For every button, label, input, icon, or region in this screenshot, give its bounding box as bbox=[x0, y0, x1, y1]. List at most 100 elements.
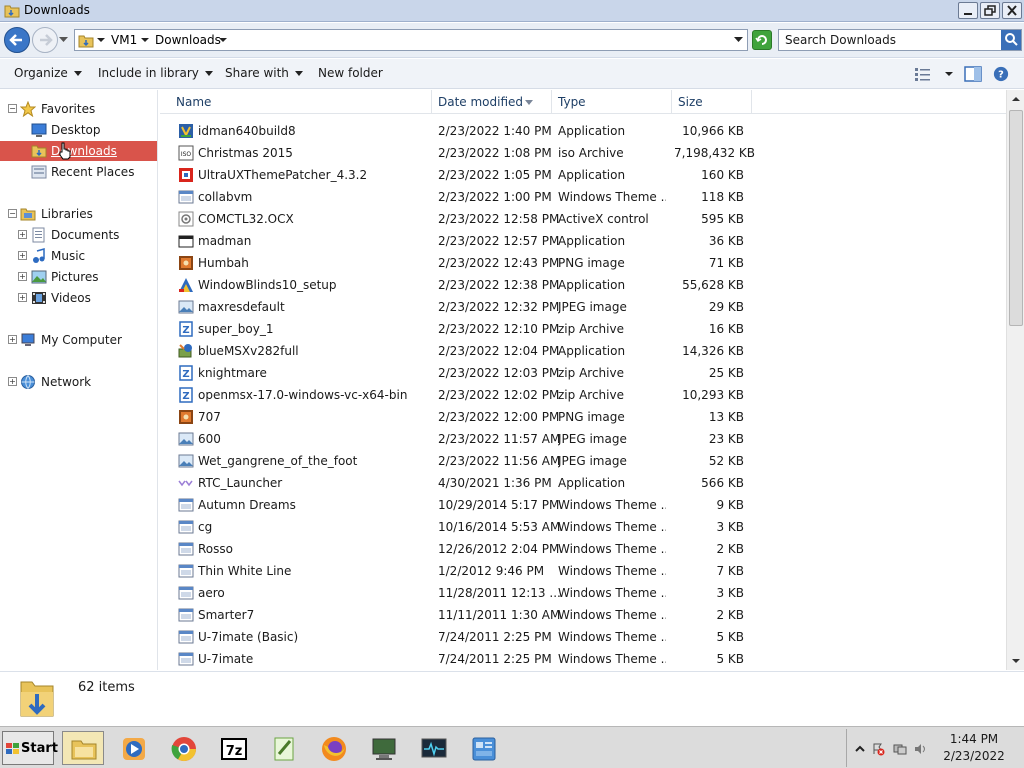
file-name[interactable]: 600 bbox=[198, 432, 221, 446]
collapse-icon[interactable]: − bbox=[8, 104, 17, 113]
file-name[interactable]: RTC_Launcher bbox=[198, 476, 282, 490]
file-row[interactable]: WindowBlinds10_setup 2/23/2022 12:38 PM Ap… bbox=[160, 274, 1006, 296]
vertical-scrollbar[interactable] bbox=[1006, 90, 1024, 670]
clock-time[interactable]: 1:44 PM bbox=[929, 732, 1019, 746]
file-row[interactable]: 707 2/23/2022 12:00 PM PNG image 13 KB bbox=[160, 406, 1006, 428]
start-button[interactable]: Start bbox=[2, 731, 58, 765]
file-name[interactable]: openmsx-17.0-windows-vc-x64-bin bbox=[198, 388, 407, 402]
show-hidden-icons-icon[interactable] bbox=[853, 742, 867, 756]
chevron-down-icon[interactable] bbox=[219, 38, 227, 43]
expand-icon[interactable]: + bbox=[18, 251, 27, 260]
organize-menu[interactable]: Organize bbox=[14, 66, 82, 80]
preview-pane-icon[interactable] bbox=[964, 66, 982, 82]
view-dropdown-icon[interactable] bbox=[940, 66, 958, 82]
file-row[interactable]: blueMSXv282full 2/23/2022 12:04 PM Applica… bbox=[160, 340, 1006, 362]
file-name[interactable]: Wet_gangrene_of_the_foot bbox=[198, 454, 357, 468]
scroll-thumb[interactable] bbox=[1009, 110, 1023, 326]
taskbar-control-panel[interactable] bbox=[462, 731, 504, 765]
address-history-dropdown-icon[interactable] bbox=[734, 37, 743, 43]
nav-documents[interactable]: + Documents bbox=[0, 225, 157, 245]
file-name[interactable]: U-7imate bbox=[198, 652, 253, 666]
file-row[interactable]: Zopenmsx-17.0-windows-vc-x64-bin 2/23/202… bbox=[160, 384, 1006, 406]
chevron-down-icon[interactable] bbox=[141, 38, 149, 43]
file-name[interactable]: super_boy_1 bbox=[198, 322, 274, 336]
network-status-icon[interactable] bbox=[893, 742, 907, 756]
scroll-down-icon[interactable] bbox=[1009, 654, 1023, 668]
forward-button[interactable] bbox=[32, 27, 58, 53]
include-in-library-menu[interactable]: Include in library bbox=[98, 66, 213, 80]
address-bar[interactable]: VM1 Downloads bbox=[74, 29, 748, 51]
action-center-icon[interactable] bbox=[871, 742, 885, 756]
clock-date[interactable]: 2/23/2022 bbox=[929, 749, 1019, 763]
nav-music[interactable]: + Music bbox=[0, 246, 157, 266]
taskbar-chrome[interactable] bbox=[162, 731, 204, 765]
file-name[interactable]: knightmare bbox=[198, 366, 267, 380]
file-name[interactable]: aero bbox=[198, 586, 225, 600]
file-row[interactable]: Rosso 12/26/2012 2:04 PM Windows Theme ...… bbox=[160, 538, 1006, 560]
search-input[interactable] bbox=[785, 32, 995, 48]
nav-favorites[interactable]: − Favorites bbox=[0, 99, 157, 119]
file-name[interactable]: cg bbox=[198, 520, 212, 534]
file-name[interactable]: madman bbox=[198, 234, 251, 248]
file-name[interactable]: COMCTL32.OCX bbox=[198, 212, 294, 226]
file-row[interactable]: madman 2/23/2022 12:57 PM Application 36 KB bbox=[160, 230, 1006, 252]
taskbar-explorer[interactable] bbox=[62, 731, 104, 765]
taskbar-media-player[interactable] bbox=[112, 731, 154, 765]
file-row[interactable]: idman640build8 2/23/2022 1:40 PM Applicati… bbox=[160, 120, 1006, 142]
file-row[interactable]: U-7imate 7/24/2011 2:25 PM Windows Theme .… bbox=[160, 648, 1006, 670]
nav-desktop[interactable]: Desktop bbox=[0, 120, 157, 140]
file-row[interactable]: COMCTL32.OCX 2/23/2022 12:58 PM ActiveX co… bbox=[160, 208, 1006, 230]
file-row[interactable]: UltraUXThemePatcher_4.3.2 2/23/2022 1:05 … bbox=[160, 164, 1006, 186]
scroll-up-icon[interactable] bbox=[1009, 92, 1023, 106]
file-name[interactable]: Thin White Line bbox=[198, 564, 291, 578]
file-row[interactable]: Humbah 2/23/2022 12:43 PM PNG image 71 KB bbox=[160, 252, 1006, 274]
restore-button[interactable] bbox=[980, 2, 1000, 19]
help-icon[interactable]: ? bbox=[992, 66, 1010, 82]
recent-pages-dropdown-icon[interactable] bbox=[59, 37, 68, 43]
expand-icon[interactable]: + bbox=[18, 293, 27, 302]
column-type[interactable]: Type bbox=[552, 90, 672, 114]
taskbar-firefox[interactable] bbox=[312, 731, 354, 765]
expand-icon[interactable]: + bbox=[18, 272, 27, 281]
file-row[interactable]: Wet_gangrene_of_the_foot 2/23/2022 11:56 … bbox=[160, 450, 1006, 472]
taskbar-7zip[interactable]: 7z bbox=[212, 731, 254, 765]
file-name[interactable]: idman640build8 bbox=[198, 124, 296, 138]
column-date-modified[interactable]: Date modified bbox=[432, 90, 552, 114]
file-name[interactable]: collabvm bbox=[198, 190, 252, 204]
search-box[interactable] bbox=[778, 29, 1022, 51]
expand-icon[interactable]: + bbox=[18, 230, 27, 239]
search-button[interactable] bbox=[1001, 30, 1021, 50]
column-name[interactable]: Name bbox=[170, 90, 432, 114]
file-name[interactable]: Autumn Dreams bbox=[198, 498, 296, 512]
nav-downloads[interactable]: Downloads bbox=[0, 141, 157, 161]
file-name[interactable]: maxresdefault bbox=[198, 300, 285, 314]
file-row[interactable]: Autumn Dreams 10/29/2014 5:17 PM Windows T… bbox=[160, 494, 1006, 516]
taskbar-notepadpp[interactable] bbox=[262, 731, 304, 765]
expand-icon[interactable]: + bbox=[8, 377, 17, 386]
expand-icon[interactable]: + bbox=[8, 335, 17, 344]
file-name[interactable]: blueMSXv282full bbox=[198, 344, 299, 358]
file-name[interactable]: WindowBlinds10_setup bbox=[198, 278, 337, 292]
file-row[interactable]: collabvm 2/23/2022 1:00 PM Windows Theme .… bbox=[160, 186, 1006, 208]
file-name[interactable]: Christmas 2015 bbox=[198, 146, 293, 160]
refresh-button[interactable] bbox=[752, 30, 772, 50]
nav-pictures[interactable]: + Pictures bbox=[0, 267, 157, 287]
file-row[interactable]: aero 11/28/2011 12:13 ... Windows Theme ..… bbox=[160, 582, 1006, 604]
column-size[interactable]: Size bbox=[672, 90, 752, 114]
close-button[interactable] bbox=[1002, 2, 1022, 19]
file-row[interactable]: Zsuper_boy_1 2/23/2022 12:10 PM zip Archiv… bbox=[160, 318, 1006, 340]
file-row[interactable]: U-7imate (Basic) 7/24/2011 2:25 PM Windows… bbox=[160, 626, 1006, 648]
volume-icon[interactable] bbox=[913, 742, 927, 756]
file-row[interactable]: Thin White Line 1/2/2012 9:46 PM Windows T… bbox=[160, 560, 1006, 582]
nav-recent-places[interactable]: Recent Places bbox=[0, 162, 157, 182]
file-row[interactable]: cg 10/16/2014 5:53 AM Windows Theme ... 3 K… bbox=[160, 516, 1006, 538]
minimize-button[interactable] bbox=[958, 2, 978, 19]
file-row[interactable]: 600 2/23/2022 11:57 AM JPEG image 23 KB bbox=[160, 428, 1006, 450]
file-name[interactable]: Smarter7 bbox=[198, 608, 254, 622]
share-with-menu[interactable]: Share with bbox=[225, 66, 303, 80]
nav-videos[interactable]: + Videos bbox=[0, 288, 157, 308]
file-row[interactable]: maxresdefault 2/23/2022 12:32 PM JPEG imag… bbox=[160, 296, 1006, 318]
nav-network[interactable]: + Network bbox=[0, 372, 157, 392]
breadcrumb-downloads[interactable]: Downloads bbox=[155, 33, 221, 47]
file-name[interactable]: U-7imate (Basic) bbox=[198, 630, 298, 644]
